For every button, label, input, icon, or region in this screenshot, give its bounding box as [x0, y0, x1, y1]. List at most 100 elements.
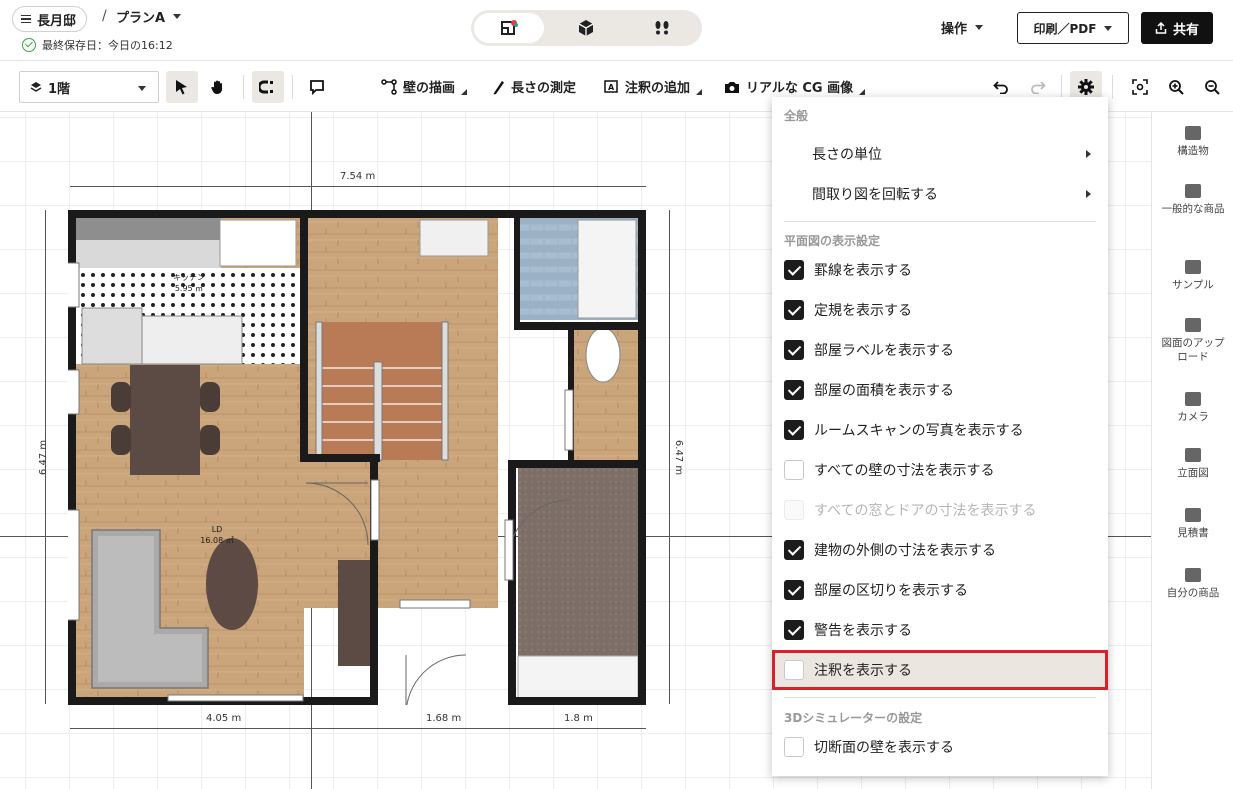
section-title-3d-simulator: 3Dシミュレーターの設定: [784, 711, 923, 725]
submenu-corner-icon: [696, 88, 703, 95]
checkbox[interactable]: [784, 737, 804, 757]
comment-button[interactable]: [301, 71, 333, 103]
option-show-cut-walls[interactable]: 切断面の壁を表示する: [772, 730, 1108, 764]
share-icon: [1155, 22, 1167, 34]
sidebar-item-label: サンプル: [1172, 279, 1214, 291]
sidebar-item-elevation[interactable]: 立面図: [1152, 448, 1233, 480]
project-menu-button[interactable]: 長月邸: [12, 6, 88, 32]
option-show-room-dividers[interactable]: 部屋の区切りを表示する: [772, 573, 1108, 607]
pan-tool-button[interactable]: [202, 71, 234, 103]
select-tool-button[interactable]: [166, 71, 198, 103]
checkbox[interactable]: [784, 380, 804, 400]
checkbox[interactable]: [784, 340, 804, 360]
checkbox: [784, 500, 804, 520]
dimension-line-top: [70, 186, 646, 187]
floorplan-drawing[interactable]: [68, 210, 646, 705]
zoom-out-icon: [1205, 80, 1220, 95]
room-label-kitchen[interactable]: キッチン 5.95 ㎡: [168, 272, 210, 294]
breadcrumb-separator: /: [102, 8, 107, 24]
zoom-in-icon: [1169, 80, 1184, 95]
save-status: 最終保存日：今日の16:12: [22, 37, 173, 53]
my-products-icon: [1185, 568, 1201, 582]
view-2d-button[interactable]: [474, 13, 544, 43]
length-unit-item[interactable]: 長さの単位: [812, 144, 882, 164]
sidebar-item-camera[interactable]: カメラ: [1152, 392, 1233, 424]
section-title-general: 全般: [784, 109, 809, 123]
option-label: 警告を表示する: [814, 623, 912, 639]
measure-tool[interactable]: 長さの測定: [491, 77, 576, 96]
zoom-out-button[interactable]: [1196, 71, 1228, 103]
right-sidebar: 構造物 一般的な商品 サンプル 図面のアップロード カメラ 立面図 見積書 自分…: [1151, 112, 1233, 789]
annotate-tool[interactable]: A 注釈の追加: [603, 77, 703, 96]
checkbox[interactable]: [784, 300, 804, 320]
chevron-right-icon: [1086, 150, 1091, 158]
project-name: 長月邸: [37, 13, 77, 29]
option-label: すべての窓とドアの寸法を表示する: [814, 503, 1037, 519]
option-label: 部屋の面積を表示する: [814, 383, 954, 399]
sidebar-item-sample[interactable]: サンプル: [1152, 260, 1233, 292]
option-show-warnings[interactable]: 警告を表示する: [772, 613, 1108, 647]
option-show-annotations[interactable]: 注釈を表示する: [772, 650, 1108, 690]
dimension-bottom-2: 1.68 m: [426, 713, 462, 724]
sidebar-item-label: 図面のアップロード: [1161, 337, 1225, 363]
floorplan-2d-icon: [501, 20, 518, 35]
operations-menu[interactable]: 操作: [941, 18, 984, 37]
toolbar-divider: [1112, 75, 1113, 99]
option-label: すべての壁の寸法を表示する: [814, 463, 995, 479]
checkbox[interactable]: [784, 580, 804, 600]
structure-icon: [1185, 126, 1201, 140]
option-show-grid[interactable]: 罫線を表示する: [772, 253, 1108, 287]
dimension-line-bottom: [70, 728, 646, 729]
option-show-room-area[interactable]: 部屋の面積を表示する: [772, 373, 1108, 407]
checkbox[interactable]: [784, 660, 804, 680]
draw-wall-label: 壁の描画: [403, 81, 456, 96]
zoom-in-button[interactable]: [1160, 71, 1192, 103]
snap-toggle-button[interactable]: [252, 71, 284, 103]
view-3d-button[interactable]: [551, 13, 621, 43]
option-label: 建物の外側の寸法を表示する: [814, 543, 996, 559]
dimension-bottom-3: 1.8 m: [564, 713, 593, 724]
floor-select-value: 1階: [48, 81, 71, 97]
draw-wall-tool[interactable]: 壁の描画: [381, 77, 468, 96]
dimension-bottom-1: 4.05 m: [206, 713, 242, 724]
toolbar-divider: [292, 75, 293, 99]
checkbox[interactable]: [784, 620, 804, 640]
svg-text:A: A: [608, 83, 615, 92]
sidebar-item-structure[interactable]: 構造物: [1152, 126, 1233, 158]
share-label: 共有: [1172, 22, 1199, 38]
check-circle-icon: [22, 38, 36, 52]
fit-view-button[interactable]: [1124, 71, 1156, 103]
toolbar-divider: [1061, 75, 1062, 99]
option-show-ruler[interactable]: 定規を表示する: [772, 293, 1108, 327]
option-show-exterior-dimensions[interactable]: 建物の外側の寸法を表示する: [772, 533, 1108, 567]
comment-icon: [310, 80, 324, 95]
print-pdf-button[interactable]: 印刷／PDF: [1017, 12, 1129, 44]
view-walk-button[interactable]: [627, 13, 697, 43]
option-show-wall-dimensions[interactable]: すべての壁の寸法を表示する: [772, 453, 1108, 487]
sidebar-item-label: 構造物: [1177, 145, 1209, 157]
sidebar-item-estimate[interactable]: 見積書: [1152, 508, 1233, 540]
estimate-icon: [1185, 508, 1201, 522]
rotate-plan-item[interactable]: 間取り図を回転する: [812, 184, 938, 204]
sidebar-item-furniture[interactable]: 一般的な商品: [1152, 184, 1233, 216]
undo-icon: [993, 81, 1008, 94]
sidebar-item-my-products[interactable]: 自分の商品: [1152, 568, 1233, 600]
plan-selector[interactable]: プランA: [116, 7, 182, 26]
room-label-ld[interactable]: LD 16.08 ㎡: [195, 524, 239, 546]
submenu-corner-icon: [859, 88, 866, 95]
annotate-label: 注釈の追加: [625, 81, 691, 96]
checkbox[interactable]: [784, 260, 804, 280]
app-header: 長月邸 / プランA 最終保存日：今日の16:12 操作 印刷／PDF 共有: [0, 0, 1233, 60]
option-show-roomscan-photos[interactable]: ルームスキャンの写真を表示する: [772, 413, 1108, 447]
rotate-plan-label: 間取り図を回転する: [812, 187, 938, 203]
cg-image-tool[interactable]: リアルな CG 画像: [724, 77, 866, 96]
checkbox[interactable]: [784, 540, 804, 560]
checkbox[interactable]: [784, 460, 804, 480]
sidebar-item-upload[interactable]: 図面のアップロード: [1152, 318, 1233, 364]
floor-select[interactable]: 1階: [19, 71, 159, 103]
box-3d-icon: [578, 20, 594, 36]
chevron-down-icon: [173, 14, 182, 19]
checkbox[interactable]: [784, 420, 804, 440]
share-button[interactable]: 共有: [1141, 12, 1213, 44]
option-show-room-labels[interactable]: 部屋ラベルを表示する: [772, 333, 1108, 367]
